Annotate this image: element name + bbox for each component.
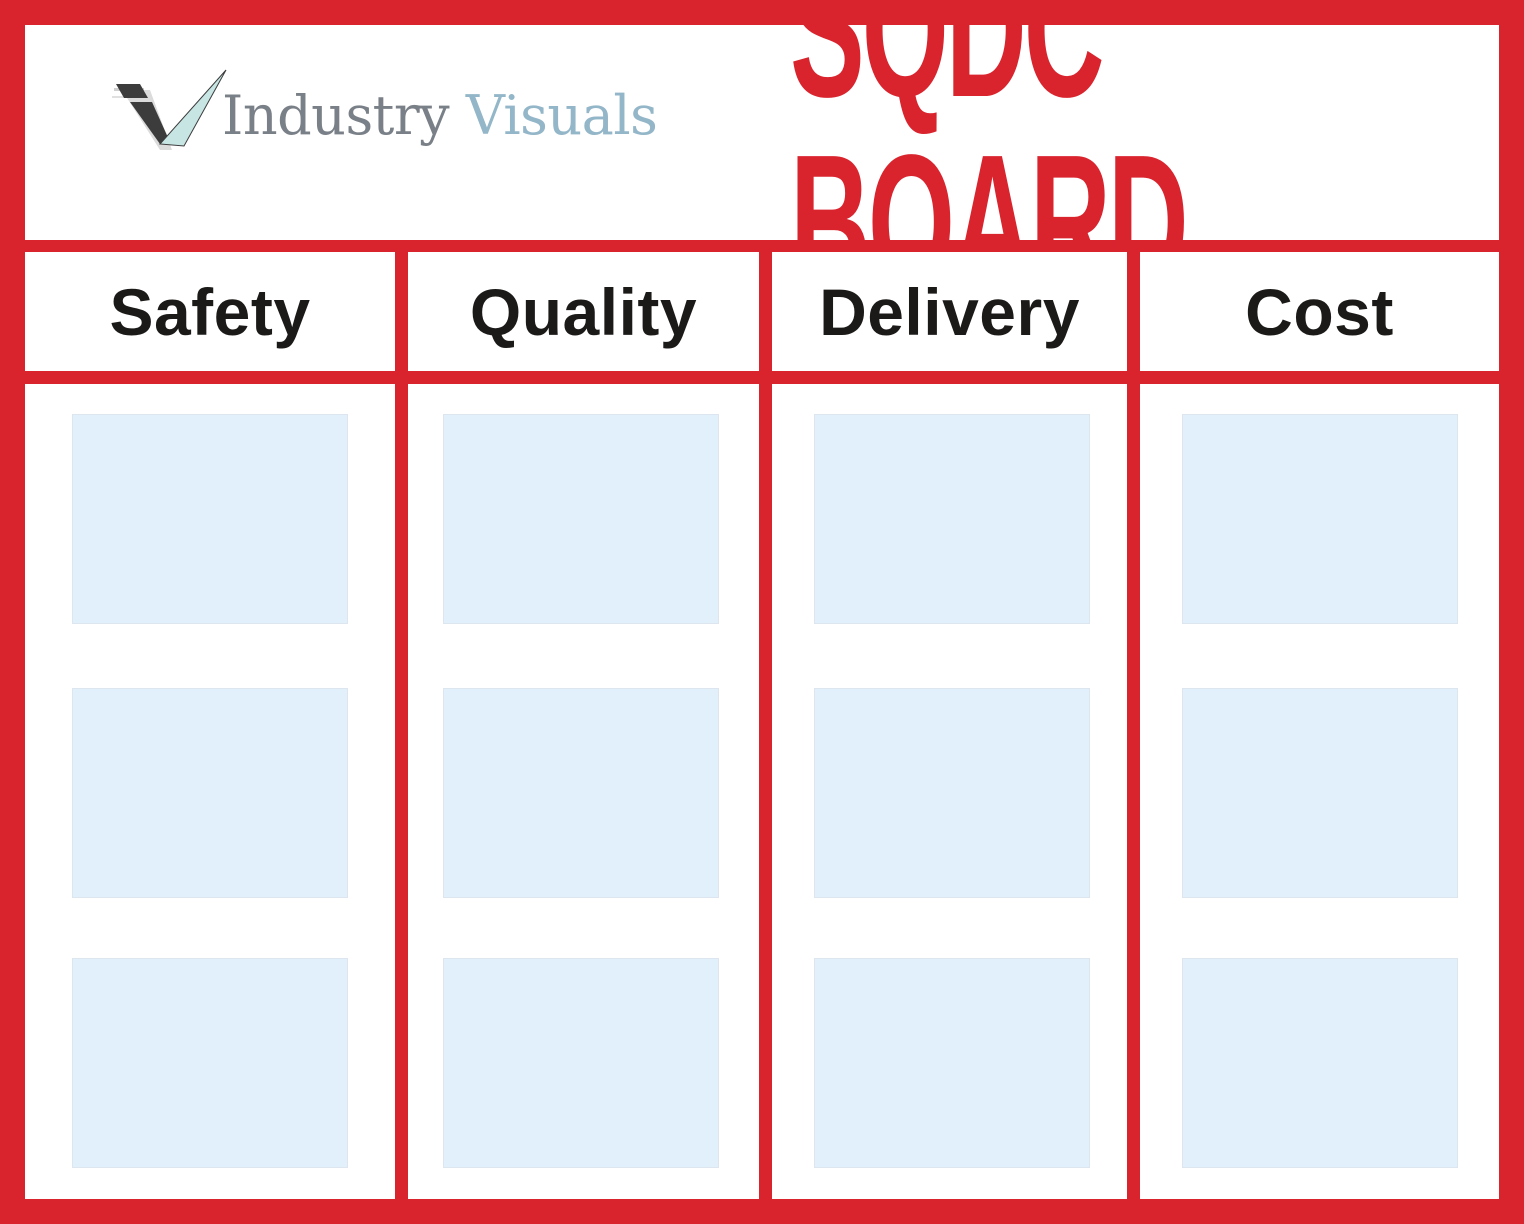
- safety-card-slot[interactable]: [72, 958, 348, 1168]
- column-header-label: Quality: [469, 274, 698, 349]
- column-header-safety: Safety: [25, 252, 395, 371]
- safety-card-slot[interactable]: [72, 414, 348, 624]
- delivery-card-slot[interactable]: [814, 958, 1090, 1168]
- quality-card-slot[interactable]: [443, 414, 719, 624]
- column-header-label: Safety: [109, 274, 311, 349]
- brand-name-part2: Visuals: [465, 84, 658, 147]
- delivery-card-slot[interactable]: [814, 414, 1090, 624]
- board-title: SQDC BOARD: [790, 0, 1380, 319]
- quality-card-slot[interactable]: [443, 958, 719, 1168]
- checkmark-v-logo-icon: [112, 69, 227, 150]
- delivery-card-slot[interactable]: [814, 688, 1090, 898]
- safety-card-slot[interactable]: [72, 688, 348, 898]
- column-header-label: Cost: [1245, 274, 1394, 349]
- cost-card-slot[interactable]: [1182, 414, 1458, 624]
- column-header-delivery: Delivery: [772, 252, 1127, 371]
- brand-name-part1: Industry: [222, 84, 450, 147]
- brand-name: Industry Visuals: [222, 84, 658, 147]
- brand-logo: Industry Visuals: [110, 66, 670, 166]
- cost-card-slot[interactable]: [1182, 688, 1458, 898]
- cost-card-slot[interactable]: [1182, 958, 1458, 1168]
- column-header-label: Delivery: [819, 274, 1080, 349]
- column-header-cost: Cost: [1140, 252, 1499, 371]
- quality-card-slot[interactable]: [443, 688, 719, 898]
- column-header-quality: Quality: [408, 252, 759, 371]
